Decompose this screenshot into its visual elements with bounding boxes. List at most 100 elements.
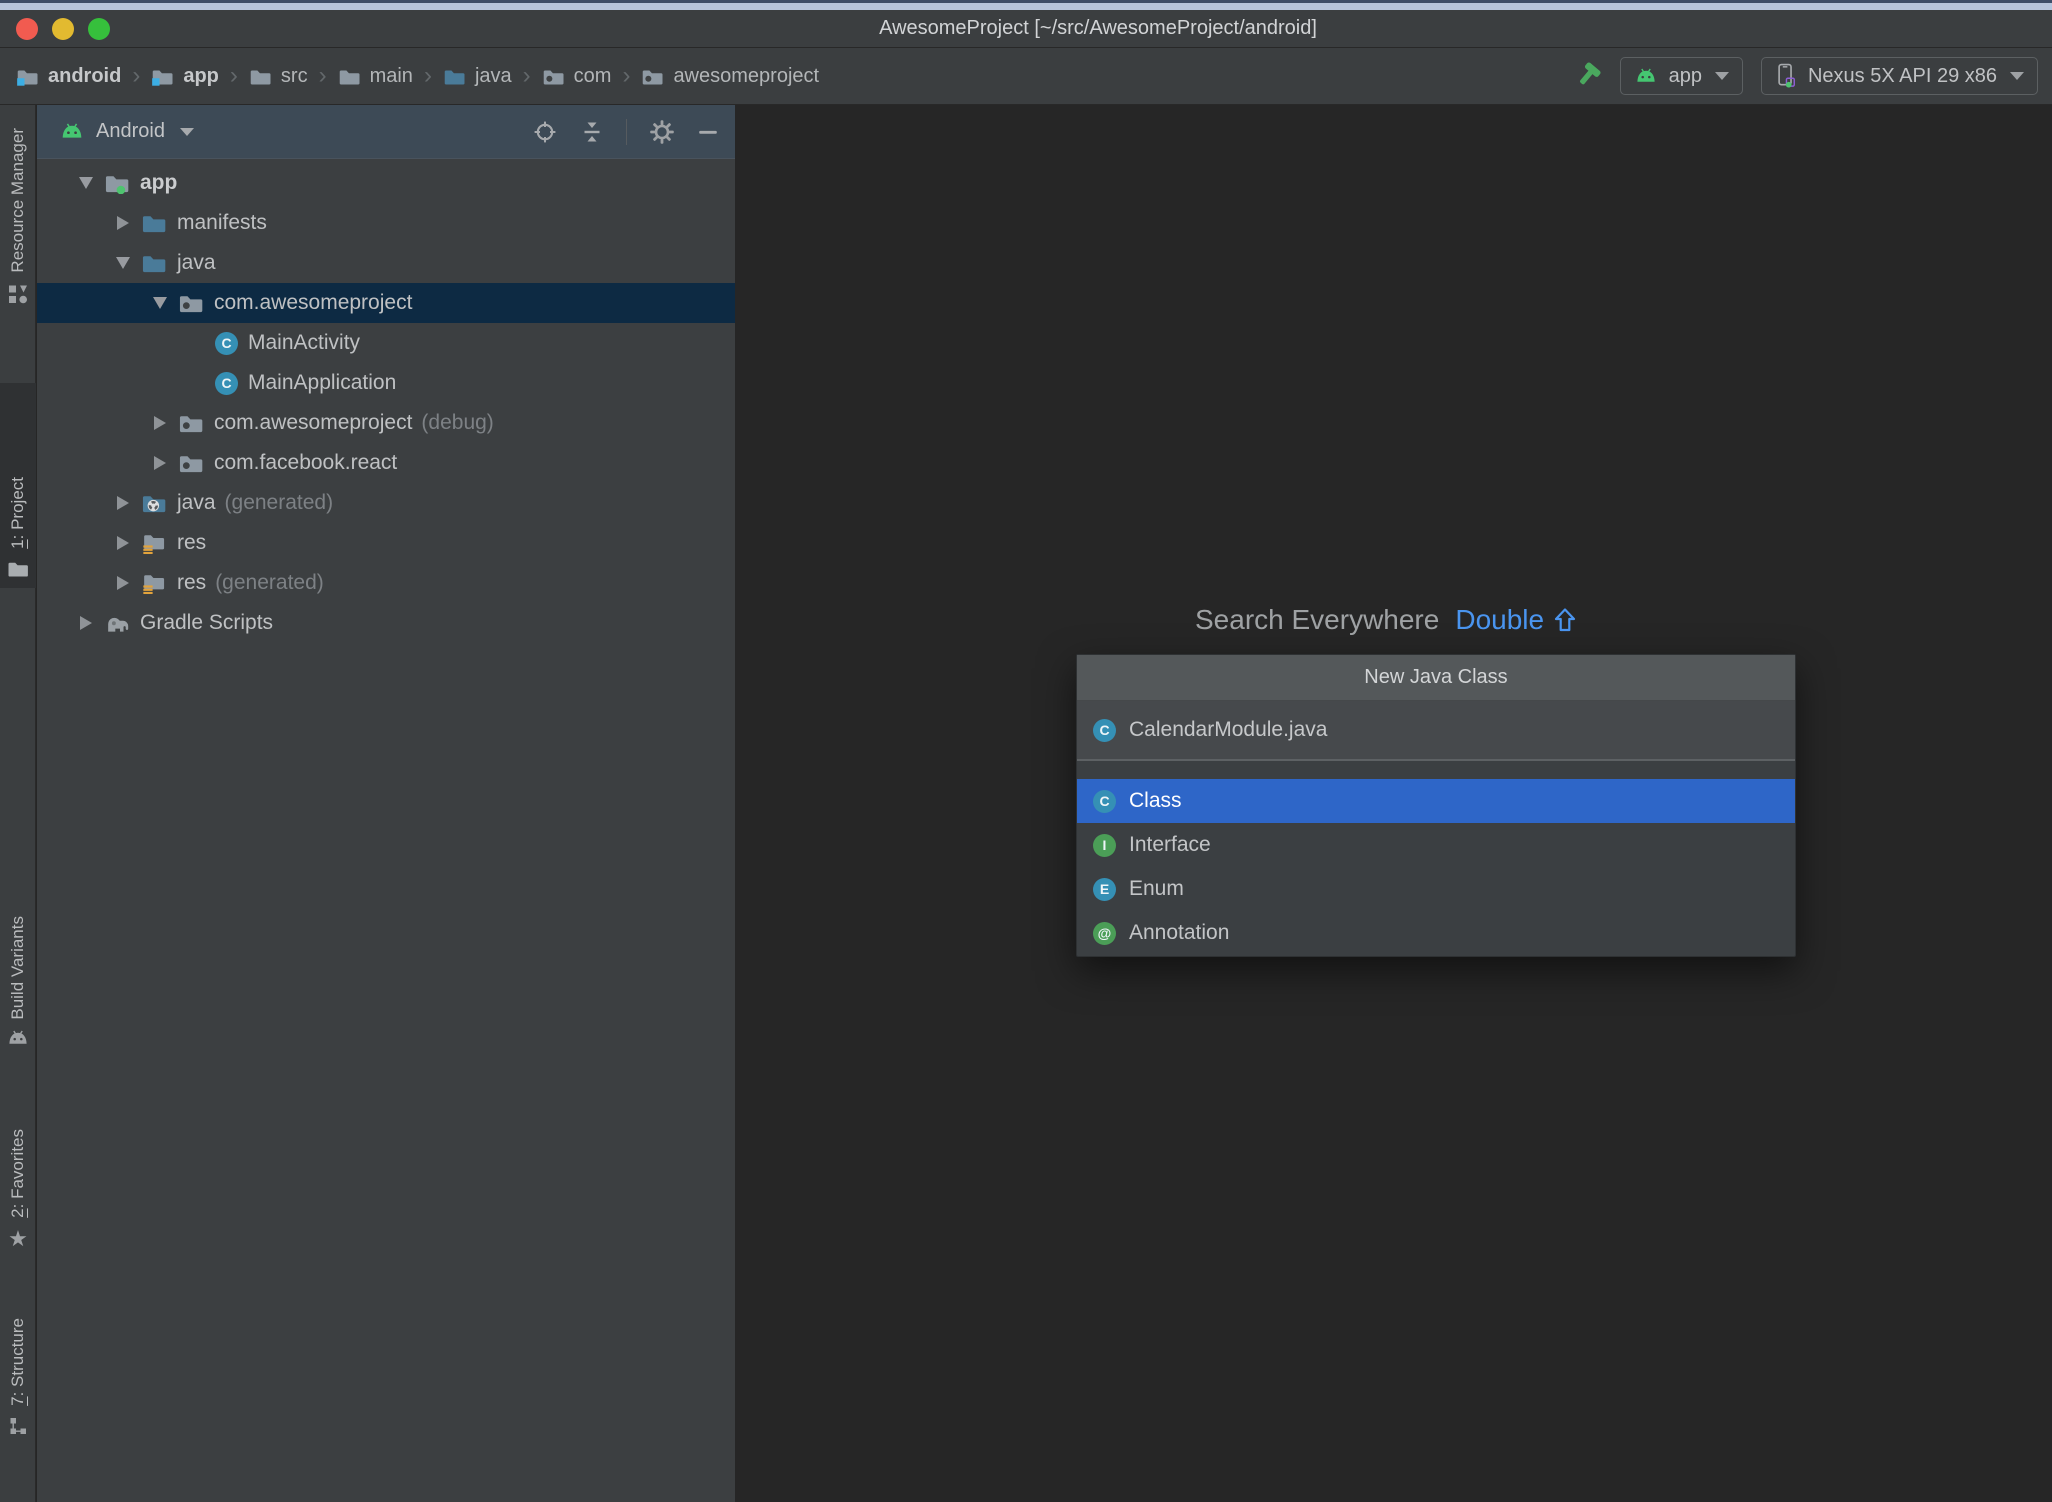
hint-shortcut: Double [1455,604,1577,636]
popup-item-annotation[interactable]: @ Annotation [1077,911,1795,955]
folder-package-icon [178,412,204,434]
breadcrumb-separator: › [622,62,631,89]
tree-item-label: MainActivity [248,331,361,354]
chevron-expanded-icon[interactable] [73,172,99,194]
chevron-expanded-icon[interactable] [110,252,136,274]
tree-item-manifests[interactable]: manifests [37,203,735,243]
tool-window-tab-project[interactable]: 1: Project [0,383,36,588]
locate-file-icon[interactable] [532,119,558,145]
tree-item-suffix: (generated) [215,571,324,594]
run-configuration-select[interactable]: app [1619,57,1743,95]
new-java-class-popup: New Java Class C CalendarModule.java C Cl… [1076,654,1796,957]
breadcrumb-item-main[interactable]: main [338,65,413,88]
device-label: Nexus 5X API 29 x86 [1807,64,1997,87]
tree-item-label: res [177,531,207,554]
interface-icon: I [1093,833,1116,857]
tree-item-com-awesomeproject[interactable]: com.awesomeproject [37,283,735,323]
collapse-all-icon[interactable] [580,120,604,144]
tree-item-label: manifests [177,211,267,234]
folder-res-icon [141,572,167,594]
tree-item-res[interactable]: res [37,523,735,563]
chevron-collapsed-icon[interactable] [147,452,173,474]
tree-item-java[interactable]: java [37,243,735,283]
breadcrumb-separator: › [132,62,141,89]
chevron-collapsed-icon[interactable] [110,572,136,594]
resource-manager-icon [7,283,29,305]
chevron-collapsed-icon[interactable] [110,532,136,554]
popup-item-interface[interactable]: I Interface [1077,823,1795,867]
chevron-down-icon [2010,72,2024,80]
enum-icon: E [1093,877,1116,901]
popup-item-enum[interactable]: E Enum [1077,867,1795,911]
folder-teal-icon [443,67,466,86]
tree-item-mainapplication[interactable]: C MainApplication [37,363,735,403]
window-title: AwesomeProject [~/src/AwesomeProject/and… [879,17,1317,39]
folder-teal-icon [141,212,167,234]
folder-module-icon [151,67,174,86]
chevron-expanded-icon[interactable] [147,292,173,314]
tab-label: 2: Favorites [8,1129,27,1218]
minimize-window-button[interactable] [52,18,74,40]
breadcrumb-label: java [474,64,512,87]
folder-gray-icon [338,67,361,86]
editor-area: Search Everywhere Double New Java Class … [736,105,2052,1502]
title-bar: AwesomeProject [~/src/AwesomeProject/and… [0,10,2052,48]
hint-text: Search Everywhere [1195,604,1440,635]
tree-item-label: MainApplication [248,371,397,394]
chevron-collapsed-icon[interactable] [147,412,173,434]
breadcrumb-label: com [573,64,612,87]
popup-kind-list: C Class I Interface E Enum @ Annotation [1077,779,1795,955]
tree-item-com-awesomeproject-debug[interactable]: com.awesomeproject (debug) [37,403,735,443]
breadcrumb-label: awesomeproject [673,64,820,87]
breadcrumb-item-app[interactable]: app [151,65,219,88]
tree-item-label: com.awesomeproject [214,411,413,434]
breadcrumb-item-android[interactable]: android [16,65,121,88]
device-select[interactable]: Nexus 5X API 29 x86 [1760,57,2038,95]
tree-item-gradle-scripts[interactable]: Gradle Scripts [37,603,735,643]
tree-item-mainactivity[interactable]: C MainActivity [37,323,735,363]
tree-item-label: java [177,491,216,514]
breadcrumb-item-awesomeproject[interactable]: awesomeproject [641,65,819,88]
folder-package-icon [542,67,565,86]
tool-window-tab-build-variants[interactable]: Build Variants [0,856,36,1046]
android-icon [1634,68,1658,84]
gradle-icon [104,612,130,634]
gear-icon[interactable] [649,119,675,145]
popup-item-label: Class [1129,789,1182,812]
chevron-collapsed-icon[interactable] [73,612,99,634]
popup-item-class[interactable]: C Class [1077,779,1795,823]
tree-item-suffix: (generated) [224,491,334,514]
tool-window-tab-structure[interactable]: 7: Structure [0,1276,36,1436]
close-window-button[interactable] [16,18,38,40]
breadcrumb-label: app [183,64,219,87]
run-configuration-label: app [1668,64,1702,87]
popup-file-name-row[interactable]: C CalendarModule.java [1077,701,1795,761]
tool-window-tab-resource-manager[interactable]: Resource Manager [0,128,36,363]
folder-package-icon [178,292,204,314]
tool-window-tab-favorites[interactable]: 2: Favorites ★ [0,1086,36,1250]
zoom-window-button[interactable] [88,18,110,40]
tree-item-res-generated[interactable]: res (generated) [37,563,735,603]
breadcrumb-item-com[interactable]: com [542,64,612,88]
folder-module-icon [16,67,39,86]
tab-label: 1: Project [8,477,27,549]
hide-panel-icon[interactable] [697,121,719,143]
breadcrumb-separator: › [423,62,432,89]
popup-title: New Java Class [1077,655,1795,701]
tree-item-label: app [140,171,178,194]
shift-arrow-icon [1553,606,1577,634]
breadcrumb: android › app › src › main › java › com › awesomepro… [16,48,819,104]
chevron-collapsed-icon[interactable] [110,212,136,234]
build-hammer-icon[interactable] [1572,61,1602,91]
tree-item-suffix: (debug) [421,411,494,434]
breadcrumb-item-java[interactable]: java [443,65,512,88]
chevron-collapsed-icon[interactable] [110,492,136,514]
star-icon: ★ [8,1226,28,1251]
tree-item-com-facebook-react[interactable]: com.facebook.react [37,443,735,483]
breadcrumb-item-src[interactable]: src [249,65,308,88]
desktop-strip [0,3,2052,10]
tree-item-java-generated[interactable]: java (generated) [37,483,735,523]
tree-item-app[interactable]: app [37,163,735,203]
tab-label: Resource Manager [8,128,27,273]
hint-shortcut-text: Double [1455,604,1545,635]
